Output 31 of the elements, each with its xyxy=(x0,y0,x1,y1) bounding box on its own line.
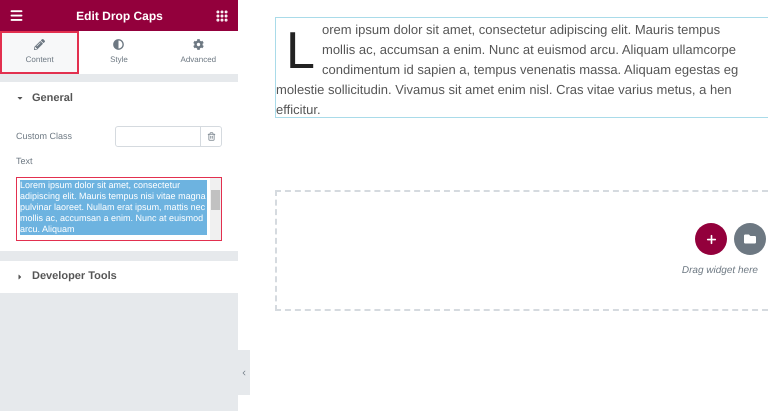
field-label: Custom Class xyxy=(16,130,72,143)
paragraph-line: condimentum id sapien a, tempus venenatis massa. Aliquam egestas eg xyxy=(322,61,738,79)
menu-icon[interactable] xyxy=(9,8,24,23)
trash-icon xyxy=(206,132,216,141)
paragraph-line: efficitur. xyxy=(276,102,321,117)
chevron-left-icon xyxy=(240,368,248,376)
section-header[interactable]: General xyxy=(0,82,238,114)
paragraph-line: orem ipsum dolor sit amet, consectetur adipiscing elit. Mauris tempus xyxy=(322,21,722,39)
gear-icon xyxy=(192,39,204,50)
template-button[interactable] xyxy=(734,223,766,255)
input-field[interactable] xyxy=(115,126,222,147)
panel-tab[interactable]: Content xyxy=(0,31,80,74)
caret-right-icon xyxy=(16,272,24,280)
field-label: Text xyxy=(16,155,34,168)
panel-title: Edit Drop Caps xyxy=(76,8,163,24)
drop-cap-letter: L xyxy=(285,22,312,80)
section-header[interactable]: Developer Tools xyxy=(0,260,238,292)
panel-tab[interactable]: Style xyxy=(79,31,159,74)
grid-icon[interactable] xyxy=(214,8,229,22)
panel-tab[interactable]: Advanced xyxy=(158,31,238,74)
folder-icon xyxy=(744,233,756,245)
caret-down-icon xyxy=(16,94,24,102)
collapse-handle[interactable] xyxy=(238,350,250,395)
pencil-icon xyxy=(34,39,46,50)
add-button[interactable] xyxy=(695,223,727,255)
scrollbar[interactable] xyxy=(210,178,221,240)
selected-text: Lorem ipsum dolor sit amet, consectetur adipiscing elit. Mauris tempus nisi vitae magna pulvinar laoreet. Nullam erat ipsum, mattis nec mollis ac, accumsan a enim. Nunc at euismod arcu. Aliquam xyxy=(20,180,207,234)
drop-hint: Drag widget here xyxy=(682,264,758,278)
paragraph-line: mollis ac, accumsan a enim. Nunc at euismod arcu. Aliquam ullamcorpe xyxy=(322,41,738,59)
plus-icon xyxy=(704,232,718,246)
paragraph-line: molestie sollicitudin. Vivamus sit amet enim nisl. Cras vitae varius metus, a hen xyxy=(276,82,732,97)
